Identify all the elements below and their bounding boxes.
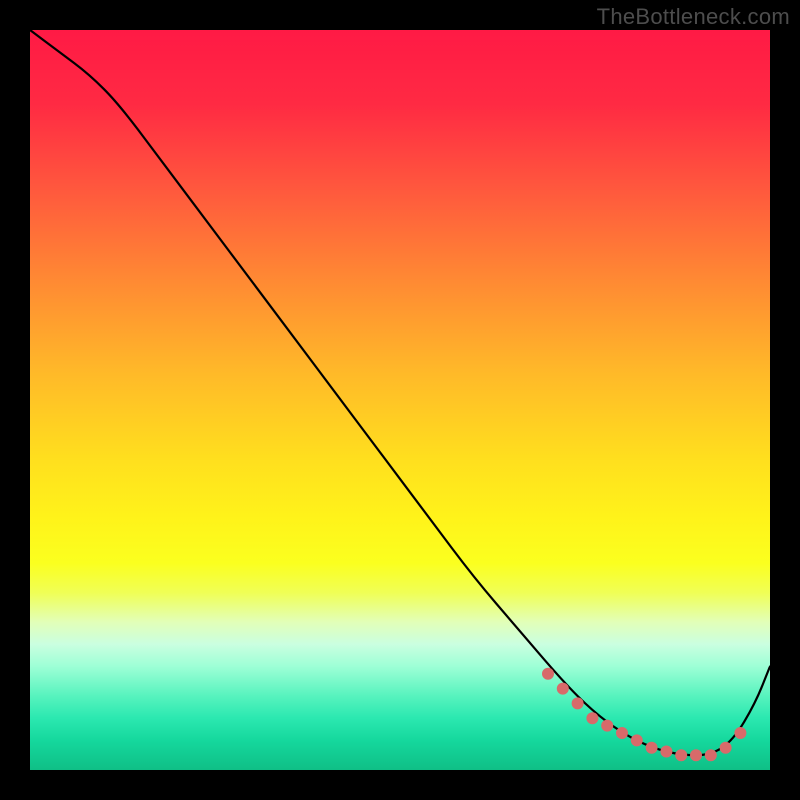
trough-dot [631,734,643,746]
trough-dot [734,727,746,739]
curve-line [30,30,770,755]
trough-dot [616,727,628,739]
trough-dot [572,697,584,709]
watermark-text: TheBottleneck.com [597,4,790,30]
chart-frame: TheBottleneck.com [0,0,800,800]
trough-dot [705,749,717,761]
trough-dot [586,712,598,724]
plot-area [30,30,770,770]
trough-dot [542,668,554,680]
trough-dots-group [542,668,746,761]
trough-dot [720,742,732,754]
trough-dot [675,749,687,761]
trough-dot [557,683,569,695]
trough-dot [646,742,658,754]
trough-dot [601,720,613,732]
trough-dot [690,749,702,761]
trough-dot [660,746,672,758]
curve-svg [30,30,770,770]
